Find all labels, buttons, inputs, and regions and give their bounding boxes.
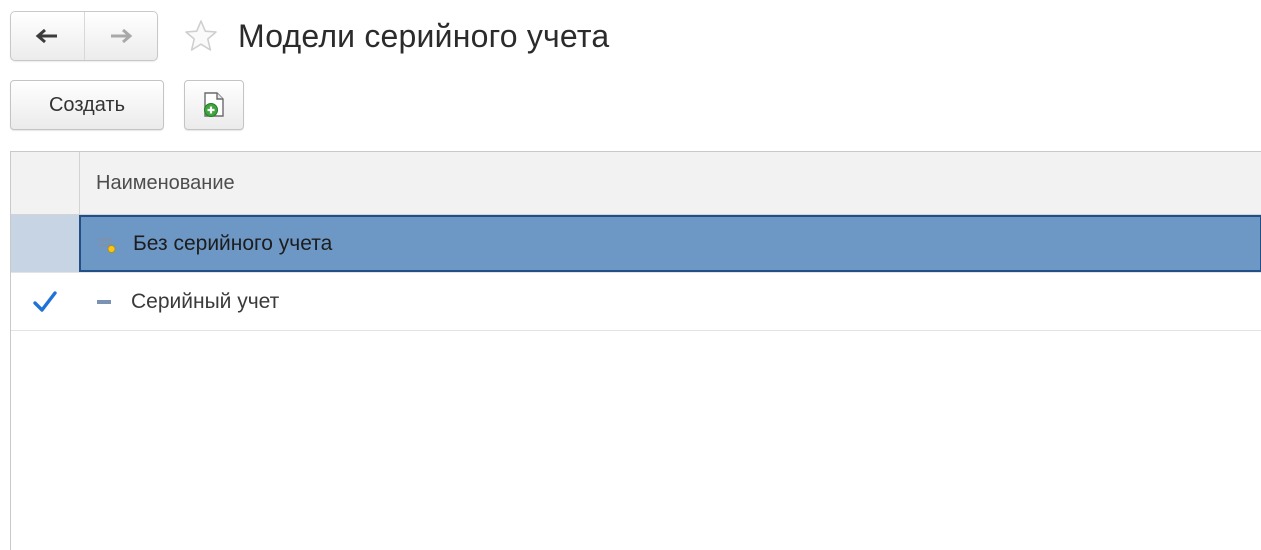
app-window: Модели серийного учета Создать Наименова… <box>0 0 1261 550</box>
add-to-favorites-button[interactable] <box>184 19 218 53</box>
navigation-buttons <box>10 11 158 61</box>
create-button[interactable]: Создать <box>10 80 164 130</box>
arrow-left-icon <box>35 28 58 44</box>
row-label: Без серийного учета <box>133 231 333 255</box>
list-table: Наименование Без серийного учета Серийны… <box>10 151 1261 550</box>
table-row[interactable]: Без серийного учета <box>11 215 1261 273</box>
page-title: Модели серийного учета <box>238 17 610 54</box>
back-button[interactable] <box>11 12 84 60</box>
arrow-right-icon <box>110 28 133 44</box>
table-row[interactable]: Серийный учет <box>11 273 1261 331</box>
name-cell[interactable]: Серийный учет <box>79 273 1261 330</box>
table-header: Наименование <box>11 152 1261 215</box>
predefined-item-icon <box>95 292 115 312</box>
command-bar: Создать <box>10 80 244 130</box>
title-bar: Модели серийного учета <box>10 10 609 62</box>
column-header-name[interactable]: Наименование <box>80 152 1261 214</box>
star-outline-icon <box>185 20 217 51</box>
default-mark-cell <box>11 215 79 272</box>
name-cell[interactable]: Без серийного учета <box>79 215 1261 272</box>
row-label: Серийный учет <box>131 289 280 313</box>
new-document-plus-icon <box>204 92 224 117</box>
create-copy-button[interactable] <box>184 80 244 130</box>
default-mark-cell <box>11 273 79 330</box>
forward-button[interactable] <box>83 12 158 60</box>
default-mark-column-header <box>11 152 80 214</box>
predefined-item-marked-icon <box>97 234 117 254</box>
create-button-label: Создать <box>48 93 125 116</box>
checkmark-icon <box>33 290 57 312</box>
